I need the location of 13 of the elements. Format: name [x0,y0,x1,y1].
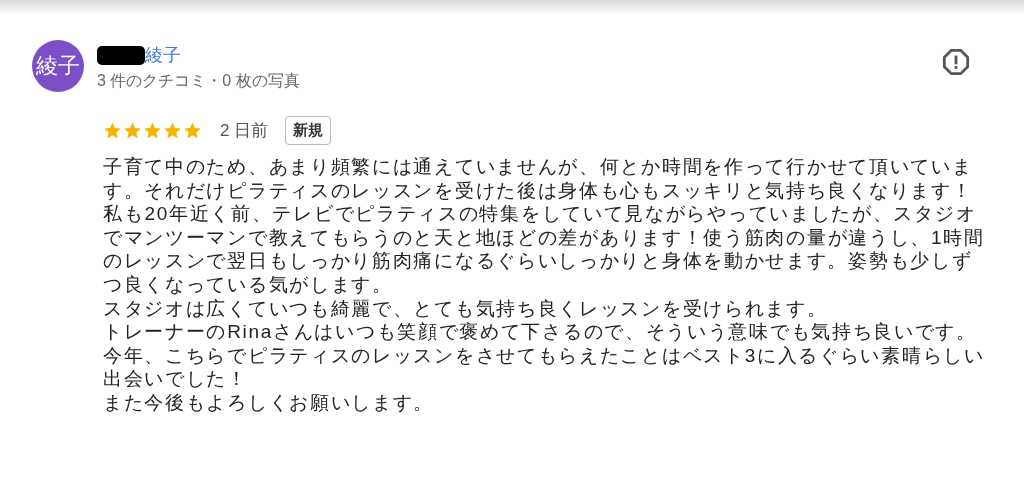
review-paragraph: また今後もよろしくお願いします。 [103,390,436,415]
author-name[interactable]: 綾子 [145,43,181,67]
new-badge: 新規 [285,116,332,145]
review-count: 3 件のクチコミ・0 枚の写真 [97,71,301,91]
redaction-bar [97,45,145,65]
review-paragraph: 私も20年近く前、テレビでピラティスの特集をしていて見ながらやっていましたが、スタジオでマンツーマンで教えてもらうのと天と地ほどの差があります！使う筋肉の量が違うし、1時間のレッスンで翌日もしっかり筋肉痛になるぐらいしっかりと身体を動かせます。姿勢も少しずつ良くなっている気がします。 [103,202,986,297]
review-paragraph: 子育て中のため、あまり頻繁には通えていませんが、何とか時間を作って行かせて頂いています。それだけピラティスのレッスンを受けた後は身体も心もスッキリと気持ち良くなります！ [103,155,974,203]
report-icon[interactable] [942,48,970,76]
review-paragraph: トレーナーのRinaさんはいつも笑顔で褒めて下さるので、そういう意味でも気持ち良いです。 [103,320,978,344]
review-paragraph: 今年、こちらでピラティスのレッスンをさせてもらえたことはベスト3に入るぐらい素晴らしい出会いでした！ [103,343,986,391]
review-paragraph: スタジオは広くていつも綺麗で、とても気持ち良くレッスンを受けられます。 [103,296,829,321]
avatar[interactable]: 綾子 [32,40,84,92]
review-date: 2 日前 [220,120,269,142]
